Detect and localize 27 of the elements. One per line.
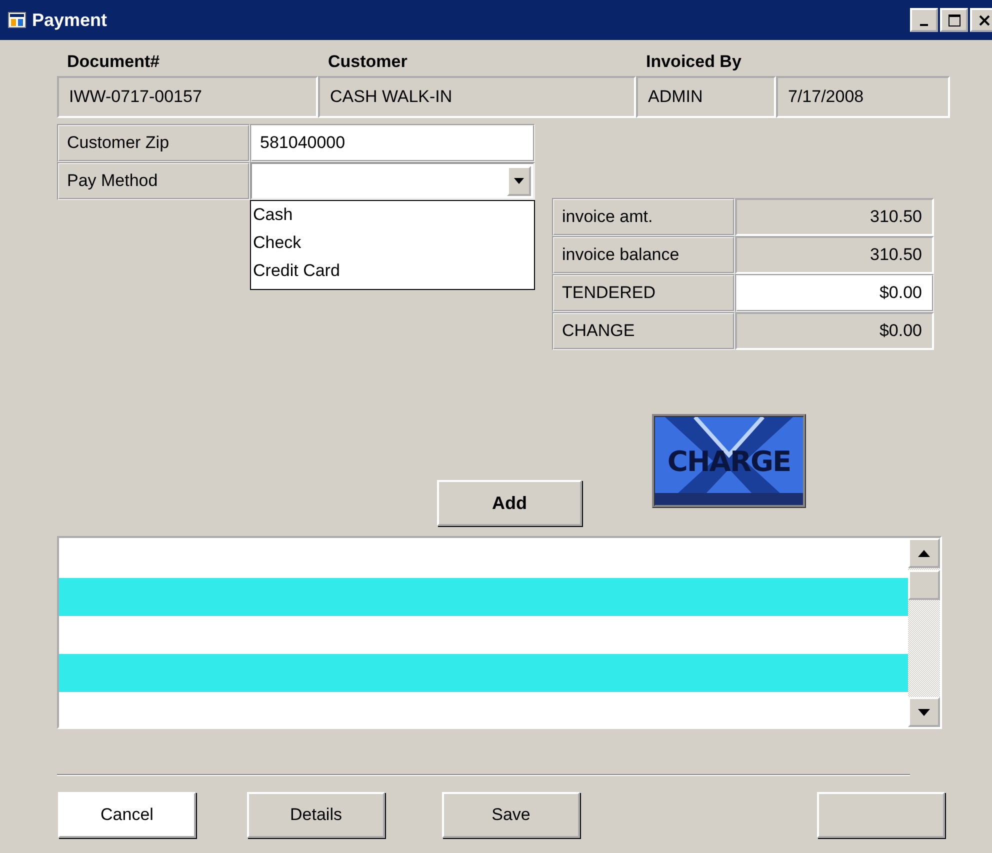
info-cell: IWW-0717-00157 — [57, 76, 318, 118]
add-button[interactable]: Add — [437, 480, 582, 526]
dropdown-option[interactable]: Check — [253, 229, 534, 257]
total-label: invoice amt. — [552, 198, 735, 236]
cancel-button[interactable]: Cancel — [58, 792, 196, 838]
info-cell: CASH WALK-IN — [318, 76, 636, 118]
dropdown-option[interactable]: Credit Card — [253, 257, 534, 285]
total-label: CHANGE — [552, 312, 735, 350]
zip-field[interactable]: 581040000 — [250, 124, 535, 162]
column-header: Invoiced By — [645, 52, 742, 73]
charge-logo[interactable]: CHARGE — [652, 414, 806, 508]
total-value: 310.50 — [735, 236, 934, 274]
info-cell: ADMIN — [636, 76, 776, 118]
total-label: invoice balance — [552, 236, 735, 274]
field-label: Pay Method — [57, 162, 250, 200]
column-header: Document# — [66, 52, 161, 73]
total-value: $0.00 — [735, 312, 934, 350]
tendered-field[interactable]: $0.00 — [735, 274, 934, 312]
field-label: Customer Zip — [57, 124, 250, 162]
dialog-button[interactable]: Save — [442, 792, 580, 838]
dialog-button[interactable]: Details — [247, 792, 385, 838]
info-cell: 7/17/2008 — [776, 76, 950, 118]
window-title: Payment — [32, 10, 108, 30]
column-header: Customer — [327, 52, 408, 73]
dropdown-option[interactable]: Cash — [253, 201, 534, 229]
total-label: TENDERED — [552, 274, 735, 312]
total-value: 310.50 — [735, 198, 934, 236]
